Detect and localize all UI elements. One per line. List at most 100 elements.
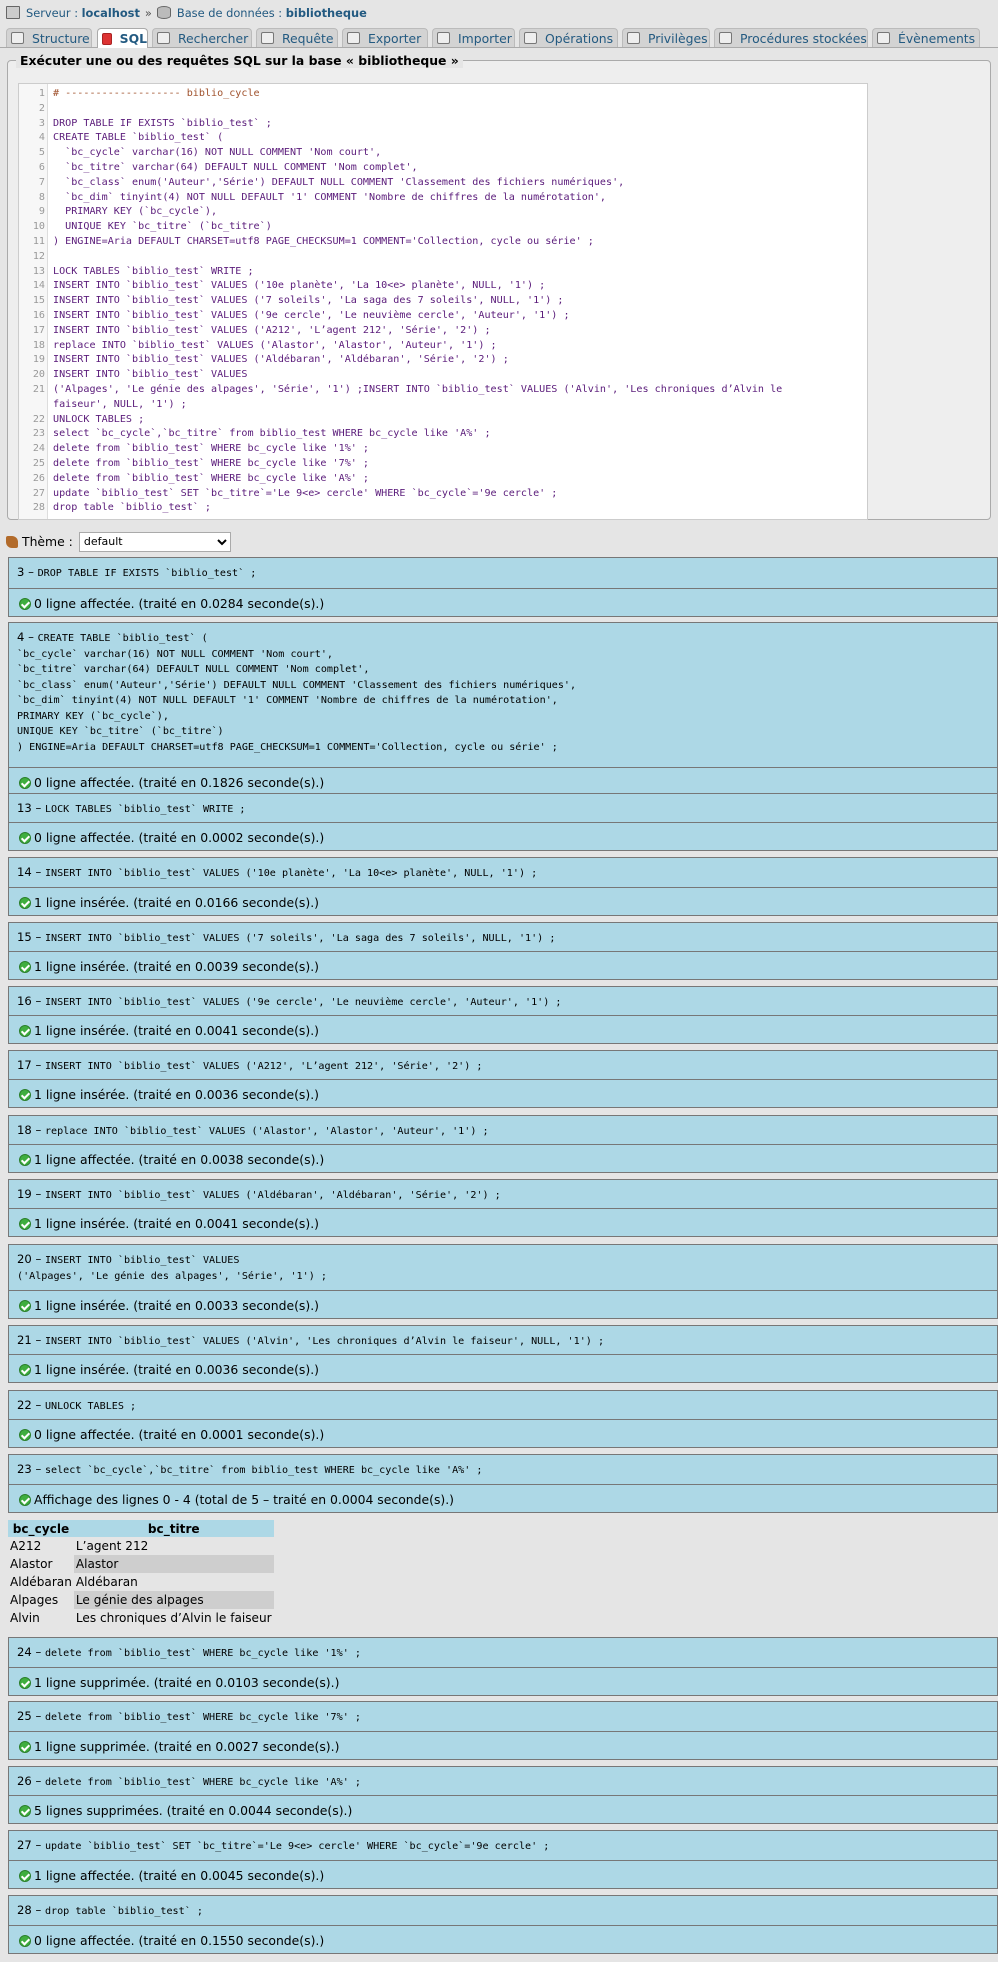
events-icon (877, 32, 890, 44)
query-result: 25 – delete from `biblio_test` WHERE bc_… (8, 1701, 998, 1760)
divider (9, 1484, 997, 1485)
status-text: 0 ligne affectée. (traité en 0.1826 seco… (34, 775, 325, 790)
divider (9, 951, 997, 952)
status-message: 1 ligne insérée. (traité en 0.0041 secon… (19, 1216, 319, 1231)
divider (9, 822, 997, 823)
sql-query-box: Exécuter une ou des requêtes SQL sur la … (7, 53, 991, 520)
database-link[interactable]: bibliotheque (286, 6, 367, 20)
column-header[interactable]: bc_titre (73, 1520, 274, 1537)
code-text: select `bc_cycle`,`bc_titre` from biblio… (53, 428, 491, 440)
status-text: 1 ligne insérée. (traité en 0.0033 secon… (34, 1298, 319, 1313)
status-text: 0 ligne affectée. (traité en 0.0284 seco… (34, 596, 325, 611)
success-icon (19, 1804, 31, 1817)
divider (9, 1419, 997, 1420)
tab-privileges[interactable]: Privilèges (622, 28, 710, 47)
query-separator: – (31, 1838, 45, 1852)
table-row: A212 L’agent 212 (8, 1537, 274, 1555)
query-result: 16 – INSERT INTO `biblio_test` VALUES ('… (8, 986, 998, 1044)
code-line: 27 update `biblio_test` SET `bc_titre`='L… (19, 487, 867, 502)
server-link[interactable]: localhost (82, 6, 140, 20)
line-number: 10 (32, 221, 45, 233)
operations-icon (524, 32, 537, 44)
status-message: 0 ligne affectée. (traité en 0.0284 seco… (19, 596, 324, 611)
code-line: 16 INSERT INTO `biblio_test` VALUES ('9e … (19, 309, 867, 324)
code-text: ) ENGINE=Aria DEFAULT CHARSET=utf8 PAGE_… (53, 236, 594, 247)
tab-export[interactable]: Exporter (342, 28, 428, 47)
database-icon (156, 6, 171, 19)
query-result: 3 – DROP TABLE IF EXISTS `biblio_test` ;… (8, 557, 998, 617)
tab-query[interactable]: Requête (256, 28, 338, 47)
query-line-number: 20 (17, 1252, 32, 1266)
query-sql: INSERT INTO `biblio_test` VALUES ('10e p… (44, 868, 538, 879)
query-sql: update `biblio_test` SET `bc_titre`='Le … (44, 1841, 550, 1852)
status-message: 1 ligne affectée. (traité en 0.0045 seco… (19, 1868, 324, 1883)
line-number: 28 (32, 502, 45, 514)
divider (9, 1290, 997, 1291)
code-text: DROP TABLE IF EXISTS `biblio_test` ; (53, 117, 272, 129)
query-separator: – (31, 1903, 45, 1917)
query-separator: – (31, 1333, 45, 1347)
theme-select[interactable]: default (78, 531, 231, 552)
query-icon (261, 32, 274, 44)
tab-structure[interactable]: Structure (6, 28, 92, 47)
divider (9, 1860, 997, 1861)
line-number: 4 (38, 132, 45, 144)
brush-icon (6, 535, 18, 548)
code-line: 17 INSERT INTO `biblio_test` VALUES ('A21… (19, 324, 867, 339)
query-sql: CREATE TABLE `biblio_test` ( `bc_cycle` … (17, 633, 577, 753)
tab-import[interactable]: Importer (432, 28, 515, 47)
code-text: replace INTO `biblio_test` VALUES ('Alas… (53, 339, 497, 351)
query-text: 18 – replace INTO `biblio_test` VALUES (… (17, 1123, 489, 1140)
code-text: # ------------------- biblio_cycle (53, 88, 260, 99)
code-line: 11) ENGINE=Aria DEFAULT CHARSET=utf8 PAG… (19, 235, 867, 250)
query-separator: – (31, 1774, 45, 1788)
success-icon (19, 776, 31, 789)
query-text: 14 – INSERT INTO `biblio_test` VALUES ('… (17, 865, 537, 882)
code-line: 8 `bc_dim` tinyint(4) NOT NULL DEFAULT '… (19, 191, 867, 206)
query-text: 17 – INSERT INTO `biblio_test` VALUES ('… (17, 1058, 482, 1075)
tab-search[interactable]: Rechercher (152, 28, 252, 47)
query-line-number: 23 (17, 1462, 32, 1476)
query-separator: – (31, 1058, 45, 1072)
code-text: INSERT INTO `biblio_test` VALUES ('7 sol… (53, 295, 564, 307)
code-text: `bc_dim` tinyint(4) NOT NULL DEFAULT '1'… (53, 191, 607, 203)
tab-routines[interactable]: Procédures stockées (714, 28, 868, 47)
tab-operations[interactable]: Opérations (519, 28, 618, 47)
query-text: 19 – INSERT INTO `biblio_test` VALUES ('… (17, 1187, 501, 1204)
query-separator: – (31, 1252, 45, 1266)
query-sql: UNLOCK TABLES ; (44, 1401, 137, 1412)
status-text: 1 ligne supprimée. (traité en 0.0027 sec… (34, 1739, 340, 1754)
status-message: 1 ligne insérée. (traité en 0.0039 secon… (19, 959, 319, 974)
table-row: Alastor Alastor (8, 1555, 274, 1573)
query-separator: – (31, 994, 45, 1008)
column-header[interactable]: bc_cycle (8, 1520, 74, 1537)
code-text: drop table `biblio_test` ; (53, 502, 212, 514)
divider (9, 1144, 997, 1145)
query-text: 4 – CREATE TABLE `biblio_test` ( `bc_cyc… (17, 630, 576, 755)
query-line-number: 22 (17, 1398, 32, 1412)
status-message: 1 ligne supprimée. (traité en 0.0027 sec… (19, 1739, 339, 1754)
tab-sql[interactable]: SQL (97, 28, 148, 48)
status-message: 1 ligne insérée. (traité en 0.0036 secon… (19, 1362, 319, 1377)
code-line: 10 UNIQUE KEY `bc_titre` (`bc_titre`) (19, 220, 867, 235)
status-text: 1 ligne insérée. (traité en 0.0041 secon… (34, 1023, 319, 1038)
line-number: 23 (32, 428, 45, 440)
query-line-number: 19 (17, 1187, 32, 1201)
code-text: UNIQUE KEY `bc_titre` (`bc_titre`) (53, 221, 272, 233)
code-text: delete from `biblio_test` WHERE bc_cycle… (53, 458, 370, 469)
query-sql: INSERT INTO `biblio_test` VALUES ('Alvin… (44, 1336, 605, 1347)
success-icon (19, 1363, 31, 1376)
line-number: 8 (38, 191, 45, 203)
sql-editor[interactable]: 1 # ------------------- biblio_cycle 2 3 DRO… (18, 83, 868, 520)
code-line: 25 delete from `biblio_test` WHERE bc_cyc… (19, 457, 867, 472)
query-result: 4 – CREATE TABLE `biblio_test` ( `bc_cyc… (8, 622, 998, 796)
query-separator: – (31, 1709, 45, 1723)
line-number: 26 (32, 472, 45, 484)
tab-events[interactable]: Évènements (872, 28, 980, 47)
code-line: 6 `bc_titre` varchar(64) DEFAULT NULL CO… (19, 161, 867, 176)
status-text: 5 lignes supprimées. (traité en 0.0044 s… (34, 1803, 353, 1818)
status-text: 0 ligne affectée. (traité en 0.1550 seco… (34, 1933, 325, 1948)
query-sql: drop table `biblio_test` ; (44, 1906, 203, 1917)
divider (9, 1015, 997, 1016)
query-line-number: 27 (17, 1838, 32, 1852)
